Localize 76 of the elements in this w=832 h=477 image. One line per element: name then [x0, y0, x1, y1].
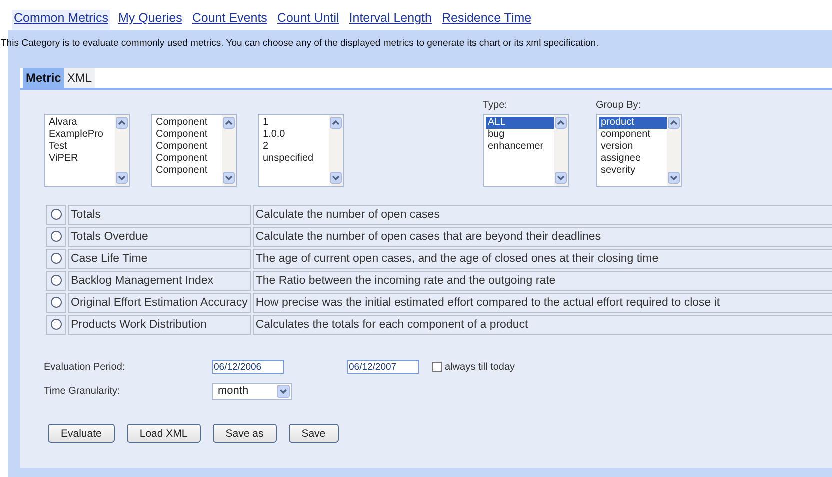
- radio-button[interactable]: [50, 319, 62, 330]
- metric-description: Calculate the number of open cases: [252, 205, 832, 225]
- list-option[interactable]: 2: [261, 141, 329, 153]
- metric-description: Calculate the number of open cases that are beyond their deadlines: [252, 227, 832, 247]
- list-box[interactable]: Alvara ExamplePro Test ViPER: [44, 114, 130, 187]
- category-description: This Category is to evaluate commonly used metrics. You can choose any of the displayed metrics to generate its chart or its xml specification.: [0, 38, 600, 49]
- list-box[interactable]: ALL bug enhancemer: [483, 114, 569, 187]
- radio-button[interactable]: [50, 253, 62, 264]
- radio-button[interactable]: [50, 275, 62, 286]
- list-box[interactable]: product component version assignee severity: [596, 114, 682, 187]
- list-box[interactable]: 1 1.0.0 2 unspecified: [258, 114, 344, 187]
- scroll-up-icon[interactable]: [223, 117, 235, 129]
- date-field[interactable]: 06/12/2007: [347, 360, 419, 374]
- metric-name: Original Effort Estimation Accuracy: [68, 293, 251, 313]
- list-option[interactable]: 1: [261, 117, 329, 129]
- list-option[interactable]: ExamplePro: [47, 129, 115, 141]
- scroll-up-icon[interactable]: [668, 117, 680, 129]
- list-option[interactable]: assignee: [599, 153, 667, 165]
- list-option[interactable]: ALL: [486, 117, 554, 129]
- list-option[interactable]: component: [599, 129, 667, 141]
- metric-description: The age of current open cases, and the age of closed ones at their closing time: [252, 249, 832, 269]
- list-option[interactable]: bug: [486, 129, 554, 141]
- list-box[interactable]: Component Component Component Component Component: [151, 114, 237, 187]
- action-button[interactable]: Evaluate: [48, 424, 115, 443]
- scroll-down-icon[interactable]: [223, 172, 235, 184]
- scrollbar[interactable]: [115, 115, 129, 186]
- metric-name: Totals: [68, 205, 251, 225]
- list-option[interactable]: Component: [154, 153, 222, 165]
- scrollbar[interactable]: [222, 115, 236, 186]
- metric-name: Case Life Time: [68, 249, 251, 269]
- list-option[interactable]: ViPER: [47, 153, 115, 165]
- scroll-up-icon[interactable]: [116, 117, 128, 129]
- list-option[interactable]: product: [599, 117, 667, 129]
- radio-button[interactable]: [50, 297, 62, 308]
- list-option[interactable]: Component: [154, 141, 222, 153]
- checkbox[interactable]: [432, 362, 442, 372]
- scroll-up-icon[interactable]: [330, 117, 342, 129]
- list-label: Group By:: [596, 100, 642, 113]
- scroll-down-icon[interactable]: [555, 172, 567, 184]
- date-field[interactable]: 06/12/2006: [212, 360, 284, 374]
- scrollbar[interactable]: [554, 115, 568, 186]
- scroll-up-icon[interactable]: [555, 117, 567, 129]
- field-label: Time Granularity:: [44, 386, 122, 396]
- action-button[interactable]: Save as: [212, 424, 277, 443]
- metric-description: How precise was the initial estimated effort compared to the actual effort required to close it: [252, 293, 832, 313]
- list-label: Type:: [483, 100, 508, 113]
- metric-name: Products Work Distribution: [68, 315, 251, 335]
- metric-description: The Ratio between the incoming rate and the outgoing rate: [252, 271, 832, 291]
- radio-button[interactable]: [50, 231, 62, 242]
- list-option[interactable]: Component: [154, 117, 222, 129]
- nav-tab[interactable]: Common Metrics: [12, 10, 110, 30]
- metric-name: Totals Overdue: [68, 227, 251, 247]
- panel-tab[interactable]: XML: [64, 68, 96, 88]
- list-option[interactable]: version: [599, 141, 667, 153]
- scroll-down-icon[interactable]: [668, 172, 680, 184]
- radio-button[interactable]: [50, 209, 62, 220]
- list-option[interactable]: Component: [154, 129, 222, 141]
- scroll-down-icon[interactable]: [330, 172, 342, 184]
- scrollbar[interactable]: [329, 115, 343, 186]
- list-option[interactable]: Test: [47, 141, 115, 153]
- panel-tab[interactable]: Metric: [23, 68, 64, 88]
- scrollbar[interactable]: [667, 115, 681, 186]
- list-option[interactable]: Alvara: [47, 117, 115, 129]
- list-option[interactable]: Component: [154, 165, 222, 177]
- action-button[interactable]: Load XML: [126, 424, 201, 443]
- list-option[interactable]: unspecified: [261, 153, 329, 165]
- granularity-dropdown[interactable]: month: [212, 382, 292, 400]
- list-option[interactable]: severity: [599, 165, 667, 177]
- scroll-down-icon[interactable]: [116, 172, 128, 184]
- list-option[interactable]: enhancemer: [486, 141, 554, 153]
- metric-name: Backlog Management Index: [68, 271, 251, 291]
- field-label: Evaluation Period:: [44, 362, 126, 372]
- action-button[interactable]: Save: [288, 424, 339, 443]
- list-option[interactable]: 1.0.0: [261, 129, 329, 141]
- checkbox-label: always till today: [445, 362, 516, 372]
- metric-description: Calculates the totals for each component of a product: [252, 315, 832, 335]
